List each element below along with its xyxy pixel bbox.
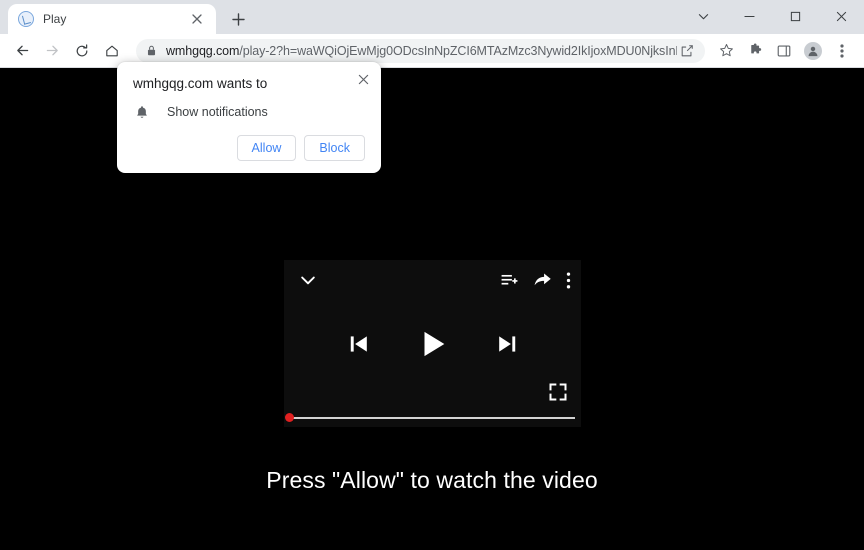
profile-avatar[interactable] xyxy=(799,37,827,65)
chrome-menu-icon[interactable] xyxy=(828,37,856,65)
allow-button[interactable]: Allow xyxy=(236,135,297,161)
progress-scrubber-handle[interactable] xyxy=(285,413,294,422)
url-domain: wmhgqg.com xyxy=(166,43,240,58)
tabstrip: Play xyxy=(0,0,252,34)
avatar-icon xyxy=(804,41,822,60)
permission-label: Show notifications xyxy=(167,105,268,119)
browser-window: Play wmhgqg.com/play-2?h=waWQiOjEwMjg0OD… xyxy=(0,0,864,550)
maximize-icon[interactable] xyxy=(772,0,818,32)
permission-bubble-actions: Allow Block xyxy=(133,135,365,161)
close-icon[interactable] xyxy=(354,70,372,88)
back-arrow-icon[interactable] xyxy=(8,37,36,65)
notification-permission-bubble: wmhgqg.com wants to Show notifications A… xyxy=(117,62,381,173)
play-circle-favicon xyxy=(18,11,34,27)
permission-bubble-title: wmhgqg.com wants to xyxy=(133,76,268,91)
progress-track xyxy=(290,416,575,419)
bookmark-star-icon[interactable] xyxy=(712,37,740,65)
close-window-icon[interactable] xyxy=(818,0,864,32)
new-tab-button[interactable] xyxy=(224,5,252,33)
window-controls xyxy=(680,0,864,32)
reload-icon[interactable] xyxy=(68,37,96,65)
tab-search-chevron-down-icon[interactable] xyxy=(680,0,726,32)
bell-icon xyxy=(133,103,151,121)
home-icon[interactable] xyxy=(98,37,126,65)
fullscreen-icon[interactable] xyxy=(547,381,569,403)
video-player-transport-controls xyxy=(284,260,581,427)
skip-next-icon[interactable] xyxy=(494,331,520,357)
tab-title: Play xyxy=(43,12,67,26)
minimize-icon[interactable] xyxy=(726,0,772,32)
lock-icon xyxy=(142,42,160,60)
titlebar: Play xyxy=(0,0,864,34)
video-progress-bar[interactable] xyxy=(284,413,581,422)
video-player[interactable] xyxy=(284,260,581,427)
page-tagline: Press "Allow" to watch the video xyxy=(266,467,598,493)
forward-arrow-icon[interactable] xyxy=(38,37,66,65)
skip-previous-icon[interactable] xyxy=(346,331,372,357)
block-button[interactable]: Block xyxy=(304,135,365,161)
url-path: /play-2?h=waWQiOjEwMjg0ODcsInNpZCI6MTAzM… xyxy=(239,43,677,58)
url-text: wmhgqg.com/play-2?h=waWQiOjEwMjg0ODcsInN… xyxy=(166,44,677,58)
extensions-puzzle-icon[interactable] xyxy=(741,37,769,65)
play-icon[interactable] xyxy=(416,327,450,361)
browser-tab-play[interactable]: Play xyxy=(8,4,216,34)
address-bar[interactable]: wmhgqg.com/play-2?h=waWQiOjEwMjg0ODcsInN… xyxy=(136,38,705,63)
side-panel-icon[interactable] xyxy=(770,37,798,65)
tab-close-icon[interactable] xyxy=(188,10,206,28)
permission-row: Show notifications xyxy=(133,103,365,121)
share-page-icon[interactable] xyxy=(677,41,697,61)
